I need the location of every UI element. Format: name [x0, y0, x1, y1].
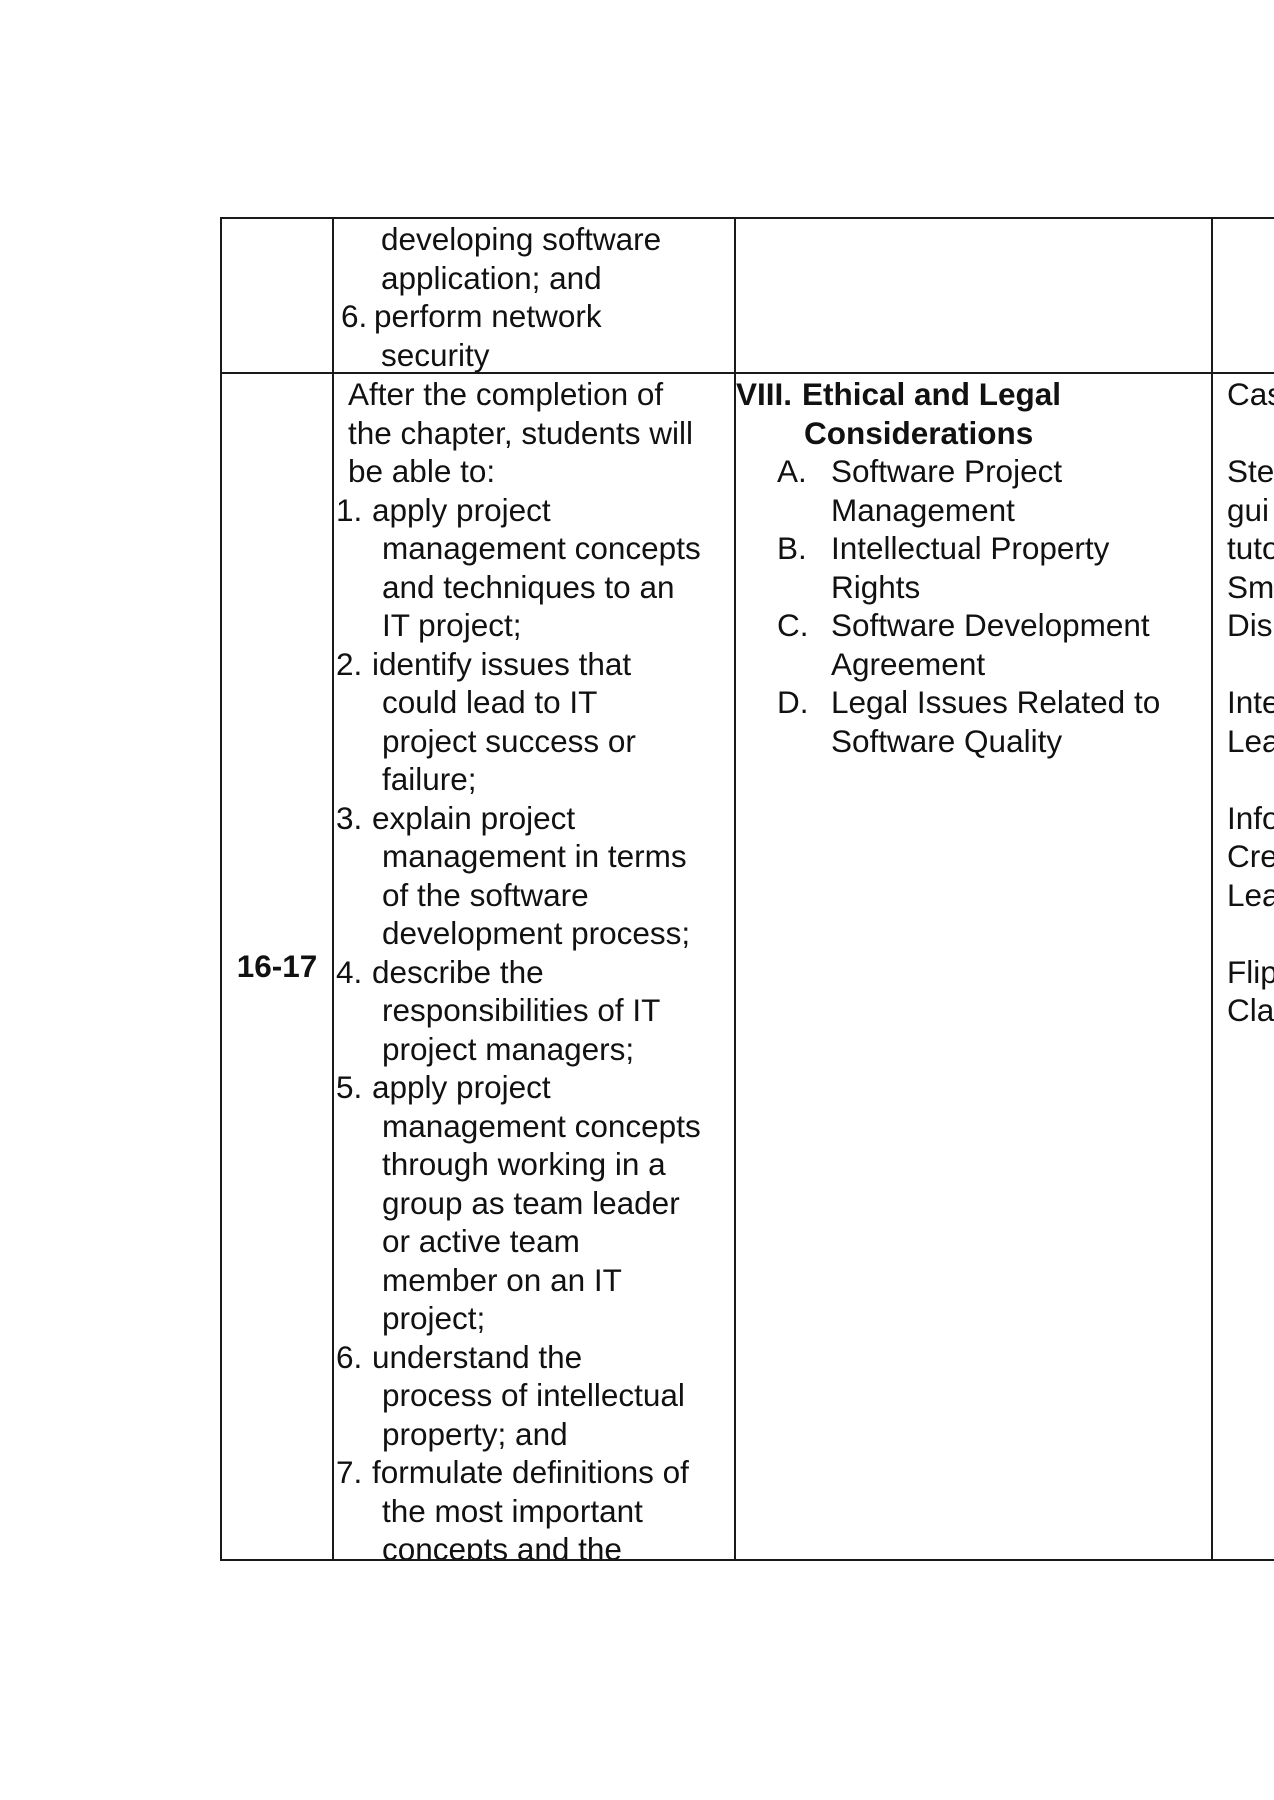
- outcome-item-6: 6. perform network security: [336, 297, 732, 372]
- subtopic-line: Intellectual Property: [831, 530, 1110, 566]
- subtopic-c: C. Software Development Agreement: [736, 606, 1209, 683]
- outcome-continued-line: developing software: [381, 221, 662, 257]
- outcome-number: 1.: [336, 491, 363, 528]
- outcome-number: 2.: [336, 645, 363, 682]
- outcome-line: explain project: [372, 799, 576, 836]
- outcome-line: process of intellectual: [382, 1377, 685, 1413]
- outcome-line: apply project: [372, 491, 551, 528]
- outcome-line: management concepts: [382, 530, 701, 566]
- activity-line: Cas: [1227, 376, 1274, 412]
- outcome-continued-line: application; and: [381, 259, 602, 296]
- activity-line: [1227, 760, 1274, 799]
- subtopic-line: Agreement: [831, 645, 986, 682]
- row2-outcomes-cell: After the completion of the chapter, stu…: [334, 375, 732, 1559]
- outcome-line: concepts and the: [382, 1531, 622, 1559]
- subtopic-letter: A.: [777, 453, 807, 489]
- subtopic-letter: D.: [777, 684, 809, 720]
- topic-numeral: VIII.: [736, 376, 793, 412]
- activity-line: Lea: [1227, 876, 1274, 913]
- outcome-line: could lead to IT: [382, 684, 598, 720]
- outcome-line: and techniques to an: [382, 568, 675, 605]
- outcomes-intro-line: After the completion of: [348, 376, 664, 412]
- subtopic-d: D. Legal Issues Related to Software Qual…: [736, 683, 1209, 760]
- activity-line: gui: [1227, 491, 1270, 528]
- outcome-line: management concepts: [382, 1107, 701, 1144]
- outcome-number: 5.: [336, 1069, 363, 1105]
- outcome-line: security: [381, 336, 490, 373]
- outcomes-intro-line: be able to:: [348, 453, 496, 489]
- activity-line: [1227, 645, 1274, 684]
- outcome-line: property; and: [382, 1415, 568, 1452]
- outcomes-intro-line: the chapter, students will: [348, 414, 693, 451]
- outcome-line: responsibilities of IT: [382, 992, 661, 1028]
- subtopic-line: Rights: [831, 568, 921, 605]
- activity-line: Flip: [1227, 953, 1274, 990]
- subtopic-letter: C.: [777, 607, 809, 643]
- outcome-line: understand the: [372, 1338, 583, 1375]
- outcome-line: project managers;: [382, 1030, 635, 1067]
- subtopic-line: Software Quality: [831, 722, 1063, 759]
- table-row-divider: [220, 372, 1274, 374]
- topic-heading: VIII. Ethical and Legal Considerations: [736, 375, 1209, 452]
- outcome-line: apply project: [372, 1069, 551, 1105]
- outcome-item-2: 2. identify issues that could lead to IT…: [334, 645, 732, 799]
- table-left-border: [220, 217, 222, 1561]
- subtopic-line: Software Development: [831, 607, 1150, 643]
- outcome-number: 6.: [341, 298, 368, 334]
- outcome-number: 6.: [336, 1338, 363, 1375]
- outcome-item-5: 5. apply project management concepts thr…: [334, 1068, 732, 1338]
- outcome-line: project;: [382, 1300, 486, 1336]
- activity-line: [1227, 414, 1274, 453]
- topic-title-line: Considerations: [804, 414, 1034, 451]
- outcome-line: project success or: [382, 722, 636, 759]
- activity-line: [1227, 914, 1274, 953]
- activity-line: Dis: [1227, 607, 1273, 643]
- outcome-number: 4.: [336, 953, 363, 990]
- outcome-line: describe the: [372, 953, 544, 990]
- outcome-line: management in terms: [382, 838, 687, 874]
- outcome-number: 3.: [336, 799, 363, 836]
- subtopic-line: Software Project: [831, 453, 1063, 489]
- outcome-item-4: 4. describe the responsibilities of IT p…: [334, 953, 732, 1069]
- activity-line: Cre: [1227, 838, 1274, 874]
- outcome-line: perform network: [374, 298, 602, 334]
- activity-line: Info: [1227, 799, 1274, 836]
- outcome-item-7: 7. formulate definitions of the most imp…: [334, 1453, 732, 1559]
- outcome-line: group as team leader: [382, 1184, 680, 1221]
- outcome-line: identify issues that: [372, 645, 632, 682]
- row2-activities-cell: Cas Ste gui tuto Sm Dis Inte Lea Info Cr…: [1227, 375, 1274, 1559]
- outcome-line: failure;: [382, 761, 477, 797]
- activity-line: Inte: [1227, 684, 1274, 720]
- outcome-line: formulate definitions of: [372, 1454, 689, 1490]
- syllabus-page: developing software application; and 6. …: [0, 0, 1274, 1800]
- row2-topics-cell: VIII. Ethical and Legal Considerations A…: [736, 375, 1209, 1559]
- activity-line: Lea: [1227, 722, 1274, 759]
- outcome-line: the most important: [382, 1492, 643, 1529]
- outcome-line: member on an IT: [382, 1261, 622, 1298]
- activity-line: Sm: [1227, 568, 1274, 605]
- subtopic-line: Legal Issues Related to: [831, 684, 1161, 720]
- outcome-line: development process;: [382, 915, 691, 951]
- table-top-border: [220, 217, 1274, 219]
- outcome-line: through working in a: [382, 1146, 666, 1182]
- outcome-item-1: 1. apply project management concepts and…: [334, 491, 732, 645]
- subtopic-letter: B.: [777, 530, 807, 566]
- outcome-number: 7.: [336, 1454, 363, 1490]
- subtopic-b: B. Intellectual Property Rights: [736, 529, 1209, 606]
- outcome-line: IT project;: [382, 607, 522, 643]
- outcome-line: or active team: [382, 1223, 580, 1259]
- activity-line: Ste: [1227, 453, 1274, 489]
- column-divider-3: [1211, 217, 1213, 1561]
- topic-title-line: Ethical and Legal: [802, 376, 1062, 412]
- outcome-line: of the software: [382, 876, 589, 913]
- activity-line: Cla: [1227, 992, 1274, 1028]
- outcome-item-6: 6. understand the process of intellectua…: [334, 1338, 732, 1454]
- subtopic-line: Management: [831, 491, 1015, 528]
- activity-line: tuto: [1227, 530, 1274, 566]
- table-bottom-border: [220, 1559, 1274, 1561]
- week-number: 16-17: [236, 948, 318, 984]
- subtopic-a: A. Software Project Management: [736, 452, 1209, 529]
- row1-outcomes-cell: developing software application; and 6. …: [336, 220, 732, 372]
- outcome-item-3: 3. explain project management in terms o…: [334, 799, 732, 953]
